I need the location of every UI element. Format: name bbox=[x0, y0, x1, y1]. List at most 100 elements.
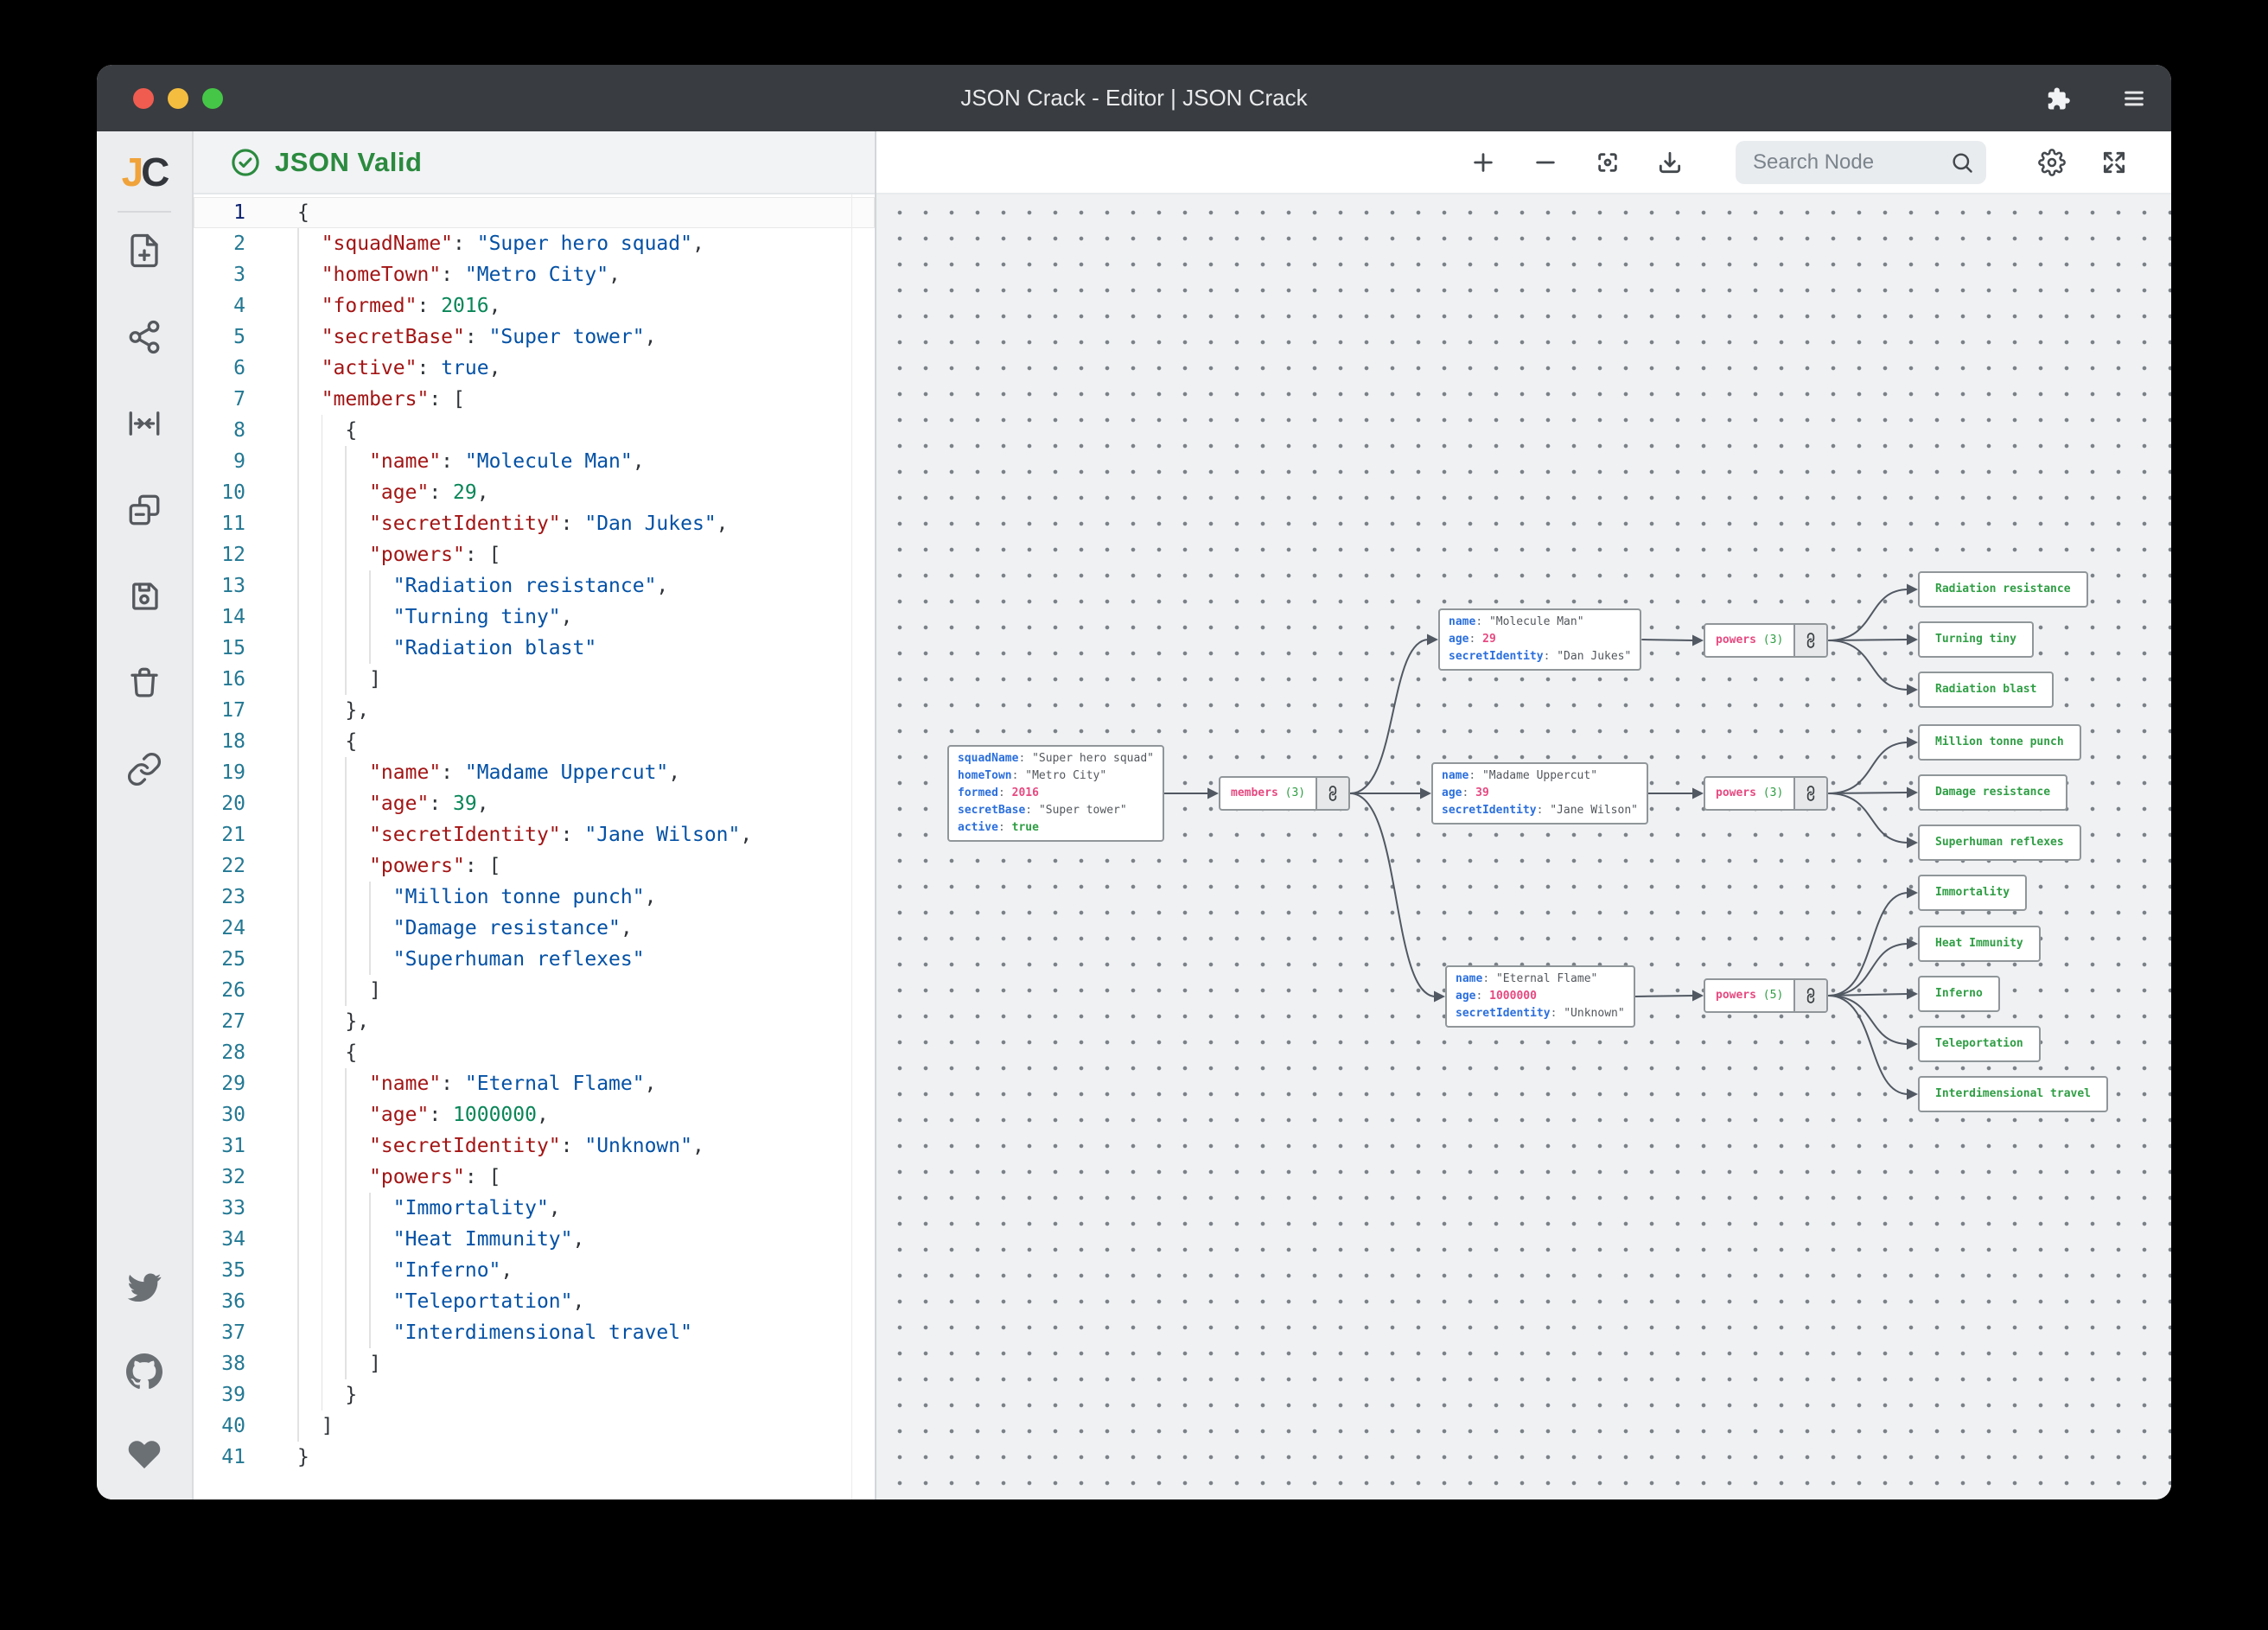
graph-node-l11[interactable]: Interdimensional travel bbox=[1918, 1076, 2108, 1112]
indent-guide bbox=[345, 570, 347, 602]
github-icon[interactable] bbox=[125, 1353, 163, 1391]
graph-node-l4[interactable]: Million tonne punch bbox=[1918, 724, 2081, 761]
graph-node-l3[interactable]: Radiation blast bbox=[1918, 672, 2054, 708]
graph-node-l10[interactable]: Teleportation bbox=[1918, 1026, 2041, 1062]
code-line[interactable]: 16 ] bbox=[194, 664, 875, 695]
graph-canvas[interactable]: squadName: "Super hero squad"homeTown: "… bbox=[876, 194, 2171, 1499]
share-nodes-icon[interactable] bbox=[125, 318, 163, 356]
code-line[interactable]: 5 "secretBase": "Super tower", bbox=[194, 322, 875, 353]
graph-node-l7[interactable]: Immortality bbox=[1918, 875, 2027, 911]
fullscreen-icon[interactable] bbox=[2097, 145, 2131, 180]
code-line[interactable]: 9 "name": "Molecule Man", bbox=[194, 446, 875, 477]
code-line[interactable]: 29 "name": "Eternal Flame", bbox=[194, 1068, 875, 1099]
code-line[interactable]: 4 "formed": 2016, bbox=[194, 290, 875, 322]
code-line[interactable]: 12 "powers": [ bbox=[194, 539, 875, 570]
graph-node-m2[interactable]: name: "Madame Uppercut"age: 39secretIden… bbox=[1431, 762, 1648, 825]
graph-node-m1[interactable]: name: "Molecule Man"age: 29secretIdentit… bbox=[1438, 608, 1641, 671]
code-line[interactable]: 33 "Immortality", bbox=[194, 1193, 875, 1224]
graph-node-l8[interactable]: Heat Immunity bbox=[1918, 926, 2041, 962]
zoom-out-icon[interactable] bbox=[1528, 145, 1563, 180]
code-line[interactable]: 41} bbox=[194, 1442, 875, 1473]
delete-trash-icon[interactable] bbox=[125, 664, 163, 702]
download-icon[interactable] bbox=[1653, 145, 1687, 180]
indent-guide bbox=[297, 695, 299, 726]
code-line[interactable]: 21 "secretIdentity": "Jane Wilson", bbox=[194, 819, 875, 850]
graph-node-members[interactable]: members (3) bbox=[1219, 776, 1350, 811]
maximize-window-button[interactable] bbox=[202, 88, 223, 109]
line-number: 33 bbox=[194, 1193, 245, 1224]
code-line[interactable]: 15 "Radiation blast" bbox=[194, 633, 875, 664]
code-line[interactable]: 24 "Damage resistance", bbox=[194, 913, 875, 944]
code-line[interactable]: 11 "secretIdentity": "Dan Jukes", bbox=[194, 508, 875, 539]
expand-link-icon[interactable] bbox=[1793, 778, 1826, 809]
line-number: 10 bbox=[194, 477, 245, 508]
editor-scroll-gutter[interactable] bbox=[851, 194, 852, 1499]
indent-guide bbox=[322, 570, 323, 602]
twitter-icon[interactable] bbox=[125, 1270, 163, 1308]
graph-node-l2[interactable]: Turning tiny bbox=[1918, 621, 2034, 658]
code-line[interactable]: 17 }, bbox=[194, 695, 875, 726]
indent-guide bbox=[297, 1068, 299, 1099]
json-code-editor[interactable]: 1{2 "squadName": "Super hero squad",3 "h… bbox=[194, 194, 875, 1499]
share-link-icon[interactable] bbox=[125, 750, 163, 788]
code-line[interactable]: 37 "Interdimensional travel" bbox=[194, 1317, 875, 1348]
code-line[interactable]: 32 "powers": [ bbox=[194, 1162, 875, 1193]
code-line[interactable]: 27 }, bbox=[194, 1006, 875, 1037]
code-line[interactable]: 30 "age": 1000000, bbox=[194, 1099, 875, 1130]
code-line[interactable]: 13 "Radiation resistance", bbox=[194, 570, 875, 602]
code-line[interactable]: 23 "Million tonne punch", bbox=[194, 882, 875, 913]
graph-node-l9[interactable]: Inferno bbox=[1918, 976, 2000, 1012]
search-node-input[interactable] bbox=[1736, 141, 1986, 184]
graph-node-l1[interactable]: Radiation resistance bbox=[1918, 571, 2088, 608]
code-line[interactable]: 25 "Superhuman reflexes" bbox=[194, 944, 875, 975]
graph-node-root[interactable]: squadName: "Super hero squad"homeTown: "… bbox=[947, 745, 1164, 842]
graph-node-l5[interactable]: Damage resistance bbox=[1918, 774, 2067, 811]
code-line[interactable]: 38 ] bbox=[194, 1348, 875, 1379]
code-line[interactable]: 2 "squadName": "Super hero squad", bbox=[194, 228, 875, 259]
code-line[interactable]: 39 } bbox=[194, 1379, 875, 1410]
zoom-in-icon[interactable] bbox=[1466, 145, 1500, 180]
line-number: 34 bbox=[194, 1224, 245, 1255]
graph-node-m3[interactable]: name: "Eternal Flame"age: 1000000secretI… bbox=[1445, 965, 1635, 1028]
code-line[interactable]: 28 { bbox=[194, 1037, 875, 1068]
code-line[interactable]: 1{ bbox=[194, 197, 875, 228]
code-line[interactable]: 35 "Inferno", bbox=[194, 1255, 875, 1286]
new-document-icon[interactable] bbox=[125, 232, 163, 270]
close-window-button[interactable] bbox=[133, 88, 154, 109]
code-line[interactable]: 18 { bbox=[194, 726, 875, 757]
expand-link-icon[interactable] bbox=[1316, 778, 1348, 809]
code-line[interactable]: 36 "Teleportation", bbox=[194, 1286, 875, 1317]
code-line[interactable]: 10 "age": 29, bbox=[194, 477, 875, 508]
menu-hamburger-icon[interactable] bbox=[2119, 84, 2149, 113]
indent-guide bbox=[297, 882, 299, 913]
save-icon[interactable] bbox=[125, 577, 163, 615]
code-line[interactable]: 19 "name": "Madame Uppercut", bbox=[194, 757, 875, 788]
code-line[interactable]: 6 "active": true, bbox=[194, 353, 875, 384]
code-line[interactable]: 22 "powers": [ bbox=[194, 850, 875, 882]
code-line[interactable]: 20 "age": 39, bbox=[194, 788, 875, 819]
code-line[interactable]: 3 "homeTown": "Metro City", bbox=[194, 259, 875, 290]
center-focus-icon[interactable] bbox=[1590, 145, 1625, 180]
code-line[interactable]: 40 ] bbox=[194, 1410, 875, 1442]
expand-link-icon[interactable] bbox=[1793, 980, 1826, 1011]
jsoncrack-logo[interactable]: JC bbox=[122, 145, 168, 199]
settings-gear-icon[interactable] bbox=[2035, 145, 2069, 180]
expand-link-icon[interactable] bbox=[1793, 625, 1826, 656]
graph-node-p3[interactable]: powers (5) bbox=[1704, 978, 1828, 1013]
extension-puzzle-icon[interactable] bbox=[2043, 84, 2073, 113]
collapse-nodes-icon[interactable] bbox=[125, 404, 163, 443]
graph-node-p1[interactable]: powers (3) bbox=[1704, 623, 1828, 658]
code-line[interactable]: 26 ] bbox=[194, 975, 875, 1006]
code-line[interactable]: 31 "secretIdentity": "Unknown", bbox=[194, 1130, 875, 1162]
indent-guide bbox=[297, 259, 299, 290]
code-line[interactable]: 8 { bbox=[194, 415, 875, 446]
graph-node-p2[interactable]: powers (3) bbox=[1704, 776, 1828, 811]
code-text: "Inferno", bbox=[297, 1255, 513, 1286]
heart-sponsor-icon[interactable] bbox=[125, 1436, 163, 1474]
fold-minus-icon[interactable] bbox=[125, 491, 163, 529]
code-line[interactable]: 34 "Heat Immunity", bbox=[194, 1224, 875, 1255]
graph-node-l6[interactable]: Superhuman reflexes bbox=[1918, 825, 2081, 861]
code-line[interactable]: 7 "members": [ bbox=[194, 384, 875, 415]
minimize-window-button[interactable] bbox=[168, 88, 188, 109]
code-line[interactable]: 14 "Turning tiny", bbox=[194, 602, 875, 633]
